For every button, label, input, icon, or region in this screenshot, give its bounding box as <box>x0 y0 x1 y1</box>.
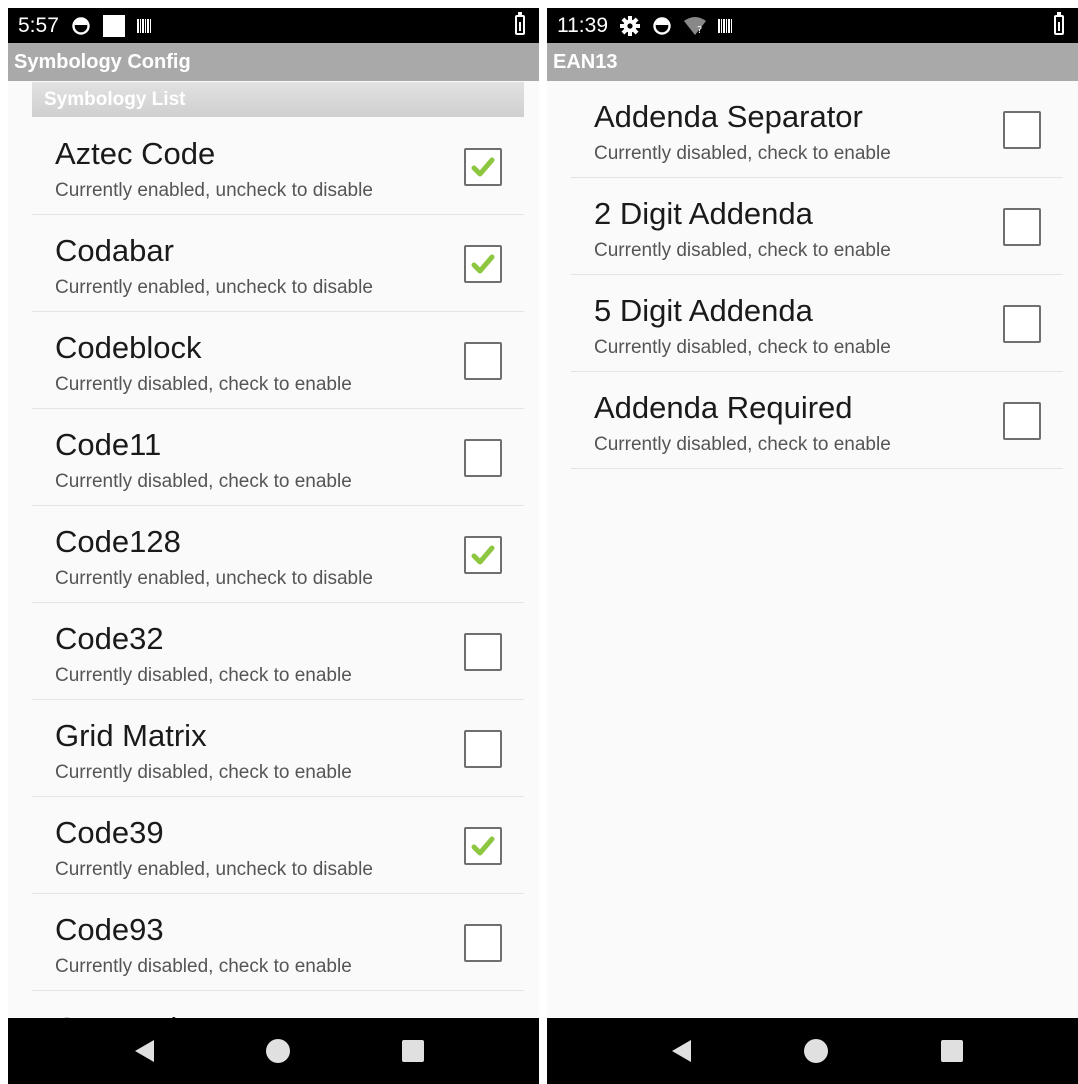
svg-text:?: ? <box>697 25 702 35</box>
navigation-bar <box>547 1018 1078 1084</box>
preference-item[interactable]: 2 Digit Addenda Currently disabled, check… <box>571 178 1063 275</box>
preference-summary: Currently enabled, uncheck to disable <box>55 277 373 298</box>
preference-item[interactable]: Codabar Currently enabled, uncheck to dis… <box>32 215 524 312</box>
action-bar-title: EAN13 <box>547 43 1078 81</box>
checkbox[interactable] <box>464 439 502 477</box>
preference-title: Aztec Code <box>55 136 216 171</box>
sync-icon <box>71 15 91 37</box>
ean13-options-list: Addenda Separator Currently disabled, che… <box>571 81 1063 469</box>
check-mark-icon <box>471 254 495 274</box>
preference-item[interactable]: Codeblock Currently disabled, check to en… <box>32 312 524 409</box>
gear-icon <box>620 15 640 37</box>
checkbox[interactable] <box>464 536 502 574</box>
preference-title: Code39 <box>55 815 164 850</box>
preference-item[interactable]: Code39 Currently enabled, uncheck to disa… <box>32 797 524 894</box>
preference-title: Addenda Required <box>594 390 853 425</box>
preference-summary: Currently disabled, check to enable <box>55 762 352 783</box>
symbology-list: Aztec Code Currently enabled, uncheck to … <box>32 118 524 991</box>
checkbox[interactable] <box>1003 305 1041 343</box>
checkbox[interactable] <box>464 633 502 671</box>
left-screen: 5:57 Symbology Config Symbology List Azt… <box>8 8 539 1084</box>
preference-summary: Currently enabled, uncheck to disable <box>55 180 373 201</box>
checkbox[interactable] <box>464 245 502 283</box>
barcode-icon <box>718 15 732 37</box>
preference-summary: Currently disabled, check to enable <box>55 471 352 492</box>
preference-title: Code128 <box>55 524 181 559</box>
preference-item[interactable]: 5 Digit Addenda Currently disabled, check… <box>571 275 1063 372</box>
checkbox[interactable] <box>464 827 502 865</box>
action-bar-title: Symbology Config <box>8 43 539 81</box>
barcode-icon <box>136 15 151 37</box>
white-square-icon <box>102 14 125 37</box>
preference-item[interactable]: Grid Matrix Currently disabled, check to … <box>32 700 524 797</box>
category-header: Symbology List <box>32 82 524 117</box>
check-mark-icon <box>471 157 495 177</box>
back-icon[interactable] <box>669 1038 695 1064</box>
battery-charging-icon <box>1054 12 1064 35</box>
preference-summary: Currently disabled, check to enable <box>55 956 352 977</box>
checkbox[interactable] <box>1003 402 1041 440</box>
checkbox[interactable] <box>1003 208 1041 246</box>
checkbox[interactable] <box>464 730 502 768</box>
home-icon[interactable] <box>265 1038 291 1064</box>
preference-item[interactable]: Addenda Separator Currently disabled, che… <box>571 81 1063 178</box>
preference-title: Codeblock <box>55 330 202 365</box>
battery-charging-icon <box>515 12 525 35</box>
preference-summary: Currently disabled, check to enable <box>55 665 352 686</box>
checkbox[interactable] <box>464 148 502 186</box>
status-bar: 11:39 ? <box>547 8 1078 43</box>
navigation-bar <box>8 1018 539 1084</box>
preference-item[interactable]: Addenda Required Currently disabled, chec… <box>571 372 1063 469</box>
preference-summary: Currently disabled, check to enable <box>594 143 891 164</box>
preference-title: Codabar <box>55 233 174 268</box>
preference-summary: Currently disabled, check to enable <box>594 240 891 261</box>
preference-title: Code93 <box>55 912 164 947</box>
preference-item[interactable]: Code93 Currently disabled, check to enabl… <box>32 894 524 991</box>
preference-title: Code11 <box>55 427 162 462</box>
checkbox[interactable] <box>1003 111 1041 149</box>
preference-item[interactable]: Code11 Currently disabled, check to enabl… <box>32 409 524 506</box>
preference-title: Code32 <box>55 621 164 656</box>
check-mark-icon <box>471 836 495 856</box>
status-time: 11:39 <box>557 13 608 37</box>
sync-icon <box>652 15 672 37</box>
preference-title: 2 Digit Addenda <box>594 196 813 231</box>
right-screen: 11:39 ? EAN13 Addenda Separator Currentl… <box>547 8 1078 1084</box>
home-icon[interactable] <box>803 1038 829 1064</box>
status-time: 5:57 <box>18 13 59 37</box>
wifi-unknown-icon: ? <box>684 15 706 37</box>
preference-summary: Currently disabled, check to enable <box>594 434 891 455</box>
preference-summary: Currently disabled, check to enable <box>594 337 891 358</box>
checkbox[interactable] <box>464 924 502 962</box>
preference-title: Addenda Separator <box>594 99 863 134</box>
back-icon[interactable] <box>132 1038 158 1064</box>
preference-summary: Currently disabled, check to enable <box>55 374 352 395</box>
preference-summary: Currently enabled, uncheck to disable <box>55 859 373 880</box>
preference-item[interactable]: Aztec Code Currently enabled, uncheck to … <box>32 118 524 215</box>
check-mark-icon <box>471 545 495 565</box>
status-bar: 5:57 <box>8 8 539 43</box>
recents-icon[interactable] <box>939 1038 965 1064</box>
preference-title: 5 Digit Addenda <box>594 293 813 328</box>
preference-summary: Currently enabled, uncheck to disable <box>55 568 373 589</box>
recents-icon[interactable] <box>400 1038 426 1064</box>
preference-item[interactable]: Code128 Currently enabled, uncheck to dis… <box>32 506 524 603</box>
preference-title: Grid Matrix <box>55 718 207 753</box>
preference-item[interactable]: Code32 Currently disabled, check to enabl… <box>32 603 524 700</box>
checkbox[interactable] <box>464 342 502 380</box>
